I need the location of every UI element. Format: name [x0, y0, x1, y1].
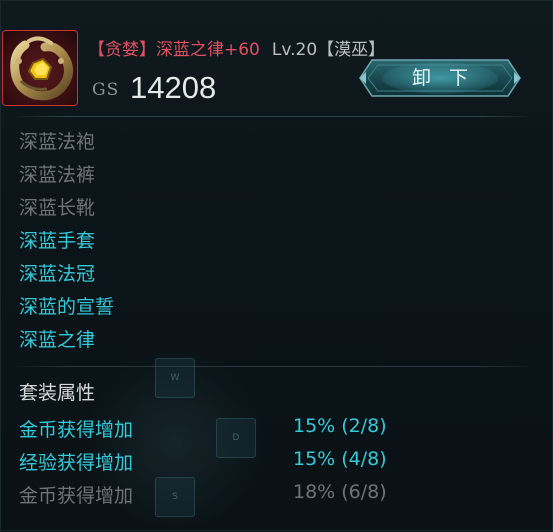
set-attribute-value: 15% (2/8) — [293, 415, 387, 437]
set-piece-item: 深蓝长靴 — [19, 197, 96, 219]
set-piece-item: 深蓝的宣誓 — [19, 296, 115, 318]
set-piece-item: 深蓝法裤 — [19, 164, 96, 186]
set-piece-item: 深蓝手套 — [19, 230, 96, 252]
set-attribute-name: 金币获得增加 — [19, 419, 134, 441]
item-name: 【贪婪】深蓝之律+60 — [88, 40, 260, 60]
set-attribute-value: 15% (4/8) — [293, 448, 387, 470]
set-attribute-name: 经验获得增加 — [19, 452, 134, 474]
set-divider — [14, 366, 534, 367]
unequip-label: 卸下 — [411, 67, 486, 89]
set-piece-item: 深蓝法袍 — [19, 131, 96, 153]
set-piece-item: 深蓝之律 — [19, 329, 96, 351]
dpad-up-key[interactable]: W — [155, 358, 195, 398]
bracelet-icon — [2, 30, 78, 106]
set-attribute-name: 金币获得增加 — [19, 485, 134, 507]
dpad-down-key[interactable]: S — [155, 477, 195, 517]
gs-value: 14208 — [130, 70, 217, 105]
set-piece-item: 深蓝法冠 — [19, 263, 96, 285]
header-divider — [14, 116, 534, 117]
item-title: 【贪婪】深蓝之律+60 Lv.20【漠巫】 — [88, 35, 385, 60]
gs-label: GS — [92, 80, 120, 100]
set-attributes-title: 套装属性 — [19, 382, 96, 404]
unequip-button[interactable]: 卸下 — [358, 56, 522, 100]
dpad-right-key[interactable]: D — [216, 418, 256, 458]
set-attribute-value: 18% (6/8) — [293, 481, 387, 503]
